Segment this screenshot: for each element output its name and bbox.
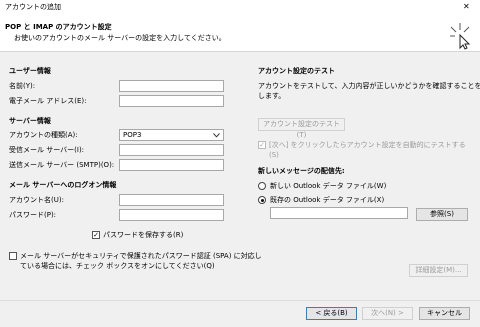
cursor-sparkle-icon — [450, 23, 471, 50]
browse-button[interactable]: 参照(S) — [416, 208, 468, 221]
test-settings-heading: アカウント設定のテスト — [258, 67, 335, 75]
test-description-line1: アカウントをテストして、入力内容が正しいかどうかを確認することをお勧め — [258, 82, 480, 90]
title-bar: アカウントの追加 ✕ — [0, 0, 480, 14]
auto-test-checkbox[interactable]: ✓ — [258, 141, 266, 149]
new-pst-radio[interactable] — [258, 182, 266, 190]
existing-pst-label[interactable]: 既存の Outlook データ ファイル(X) — [270, 195, 384, 205]
password-field[interactable] — [119, 209, 224, 221]
auto-test-label-line1[interactable]: [次へ] をクリックしたらアカウント設定を自動的にテストする — [269, 140, 466, 150]
spa-label-line1[interactable]: メール サーバーがセキュリティで保護されたパスワード認証 (SPA) に対応し — [20, 251, 262, 261]
account-name-label: アカウント名(U): — [9, 196, 64, 204]
next-button[interactable]: 次へ(N) > — [362, 307, 413, 320]
delivery-heading: 新しいメッセージの配信先: — [258, 167, 345, 175]
outgoing-server-label: 送信メール サーバー (SMTP)(O): — [9, 161, 115, 169]
user-info-heading: ユーザー情報 — [9, 67, 51, 75]
account-type-value: POP3 — [123, 131, 142, 139]
window-title: アカウントの追加 — [5, 3, 61, 11]
email-label: 電子メール アドレス(E): — [9, 97, 87, 105]
back-button[interactable]: < 戻る(B) — [306, 307, 357, 320]
new-pst-label[interactable]: 新しい Outlook データ ファイル(W) — [270, 181, 386, 191]
pst-path-field[interactable] — [270, 207, 408, 219]
header-band: POP と IMAP のアカウント設定 お使いのアカウントのメール サーバーの設… — [0, 14, 480, 52]
account-type-label: アカウントの種類(A): — [9, 131, 78, 139]
incoming-server-label: 受信メール サーバー(I): — [9, 146, 85, 154]
email-field[interactable] — [119, 95, 224, 107]
auto-test-label-line2[interactable]: (S) — [269, 150, 279, 160]
spa-checkbox[interactable] — [9, 252, 17, 260]
server-info-heading: サーバー情報 — [9, 117, 51, 125]
account-type-select[interactable]: POP3 — [119, 129, 224, 141]
save-password-label[interactable]: パスワードを保存する(R) — [103, 230, 183, 240]
cancel-button[interactable]: キャンセル — [419, 307, 470, 320]
name-label: 名前(Y): — [9, 82, 36, 90]
test-account-settings-button[interactable]: アカウント設定のテスト(T) — [258, 118, 345, 139]
existing-pst-radio[interactable] — [258, 196, 266, 204]
close-icon[interactable]: ✕ — [463, 2, 470, 12]
password-label: パスワード(P): — [9, 211, 57, 219]
outgoing-server-field[interactable] — [119, 159, 224, 171]
save-password-checkbox[interactable]: ✓ — [92, 231, 100, 239]
chevron-down-icon — [213, 133, 220, 138]
spa-label-line2[interactable]: ている場合には、チェック ボックスをオンにしてください(Q) — [20, 261, 215, 271]
more-settings-button[interactable]: 詳細設定(M)... — [409, 264, 468, 277]
name-field[interactable] — [119, 80, 224, 92]
incoming-server-field[interactable] — [119, 144, 224, 156]
header-subtitle: お使いのアカウントのメール サーバーの設定を入力してください。 — [14, 34, 226, 42]
header-title: POP と IMAP のアカウント設定 — [5, 23, 112, 31]
test-description-line2: します。 — [258, 92, 286, 100]
account-name-field[interactable] — [119, 194, 224, 206]
logon-info-heading: メール サーバーへのログオン情報 — [9, 181, 117, 189]
